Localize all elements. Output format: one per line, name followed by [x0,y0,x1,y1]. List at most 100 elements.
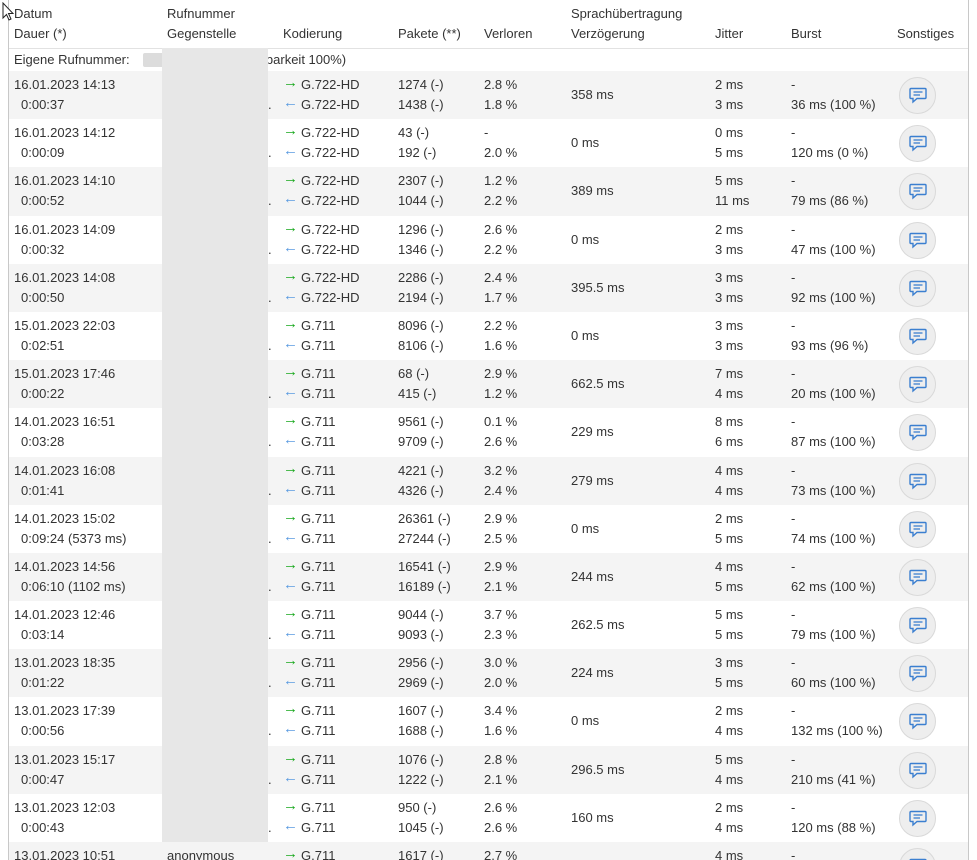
packets-out: 4221 (-) [398,462,444,478]
incoming-arrow-icon: ← [283,768,298,786]
table-row: 13.01.2023 10:51 anonymous 1617 (-) 2.7 % 4 … [9,842,968,860]
header-dauer[interactable]: Dauer (*) [14,26,67,41]
comment-icon [909,569,927,586]
call-duration: 0:01:22 [21,675,65,691]
call-date: 13.01.2023 15:17 [14,751,116,767]
call-duration: 0:00:32 [21,241,65,257]
details-button[interactable] [899,799,936,837]
details-button[interactable] [899,510,936,548]
burst-out: - [791,703,796,719]
lost-out: 3.4 % [484,703,518,719]
truncation-dot: . [268,193,272,209]
burst-out: - [791,607,796,623]
burst-out: - [791,221,796,237]
header-verloren[interactable]: Verloren [484,26,532,41]
outgoing-arrow-icon: → [283,363,298,381]
details-button[interactable] [899,558,936,596]
header-burst[interactable]: Burst [791,26,821,41]
jitter-out: 2 ms [715,799,744,815]
jitter-out: 5 ms [715,751,744,767]
details-button[interactable] [899,269,936,307]
codec-in: G.711 [301,482,336,498]
jitter-out: 4 ms [715,558,744,574]
truncation-dot: . [268,675,272,691]
codec-out: G.722-HD [301,269,360,285]
call-date: 16.01.2023 14:13 [14,77,116,92]
header-gegenstelle[interactable]: Gegenstelle [167,26,236,41]
codec-in: G.722-HD [301,241,360,257]
header-kodierung[interactable]: Kodierung [283,26,342,41]
header-jitter[interactable]: Jitter [715,26,743,41]
delay: 160 ms [571,809,614,825]
burst-in: 92 ms (100 %) [791,289,876,305]
comment-icon [909,666,927,682]
truncation-dot: . [268,434,272,450]
details-button[interactable] [899,751,936,789]
packets-in: 8106 (-) [398,337,444,353]
table-row: 14.01.2023 12:46 0:03:14 9044 (-) 9093 (-) 3… [9,601,968,649]
details-button[interactable] [899,77,936,114]
burst-out: - [791,848,796,860]
truncation-dot: . [268,145,272,161]
codec-out: G.711 [301,848,336,860]
details-button[interactable] [899,848,936,860]
header-rufnummer[interactable]: Rufnummer [167,6,235,21]
call-date: 14.01.2023 16:51 [14,414,116,430]
details-button[interactable] [899,462,936,500]
comment-icon [909,280,927,297]
details-button[interactable] [899,317,936,355]
codec-in: G.711 [301,819,336,835]
call-date: 16.01.2023 14:08 [14,269,116,285]
packets-in: 1044 (-) [398,193,444,209]
details-button[interactable] [899,173,936,211]
call-duration: 0:03:28 [21,434,65,450]
truncation-dot: . [268,771,272,787]
outgoing-arrow-icon: → [283,555,298,573]
comment-icon [909,87,927,104]
lost-in: 2.5 % [484,530,518,546]
remote-number: anonymous [167,848,235,860]
truncation-dot: . [268,819,272,835]
burst-in: 79 ms (86 %) [791,193,869,209]
jitter-in: 11 ms [715,193,750,209]
burst-in: 79 ms (100 %) [791,627,876,643]
call-duration: 0:00:52 [21,193,65,209]
lost-in: 2.4 % [484,482,518,498]
outgoing-arrow-icon: → [283,796,298,814]
jitter-in: 4 ms [715,771,744,787]
delay: 0 ms [571,520,600,536]
header-sprachuebertragung: Sprachübertragung [571,6,683,21]
lost-in: 2.6 % [484,434,518,450]
lost-in: 1.2 % [484,386,518,402]
table-row: 13.01.2023 15:17 0:00:47 1076 (-) 1222 (-) 2… [9,745,968,794]
codec-out: G.711 [301,462,336,478]
details-button[interactable] [899,703,936,741]
details-button[interactable] [899,607,936,645]
delay: 662.5 ms [571,376,625,392]
outgoing-arrow-icon: → [283,74,298,91]
header-pakete[interactable]: Pakete (**) [398,26,461,41]
header-datum[interactable]: Datum [14,6,52,21]
call-date: 13.01.2023 10:51 [14,848,116,860]
comment-icon [909,762,927,779]
details-button[interactable] [899,366,936,404]
table-row: 14.01.2023 16:51 0:03:28 9561 (-) 9709 (-) 0… [9,408,968,456]
incoming-arrow-icon: ← [283,383,298,401]
jitter-in: 5 ms [715,627,744,643]
packets-out: 9561 (-) [398,414,444,430]
comment-icon [909,810,927,827]
vertical-scrollbar[interactable] [968,0,977,860]
mouse-cursor-icon [2,2,15,21]
incoming-arrow-icon: ← [283,672,298,690]
table-row: 16.01.2023 14:12 0:00:09 43 (-) 192 (-) - 2.0… [9,119,968,167]
details-button[interactable] [899,414,936,452]
details-button[interactable] [899,221,936,259]
burst-in: 93 ms (96 %) [791,337,869,353]
details-button[interactable] [899,125,936,163]
codec-in: G.711 [301,386,336,402]
header-verzoegerung[interactable]: Verzögerung [571,26,645,41]
burst-in: 20 ms (100 %) [791,386,876,402]
details-button[interactable] [899,655,936,693]
burst-in: 62 ms (100 %) [791,578,876,594]
outgoing-arrow-icon: → [283,845,298,860]
